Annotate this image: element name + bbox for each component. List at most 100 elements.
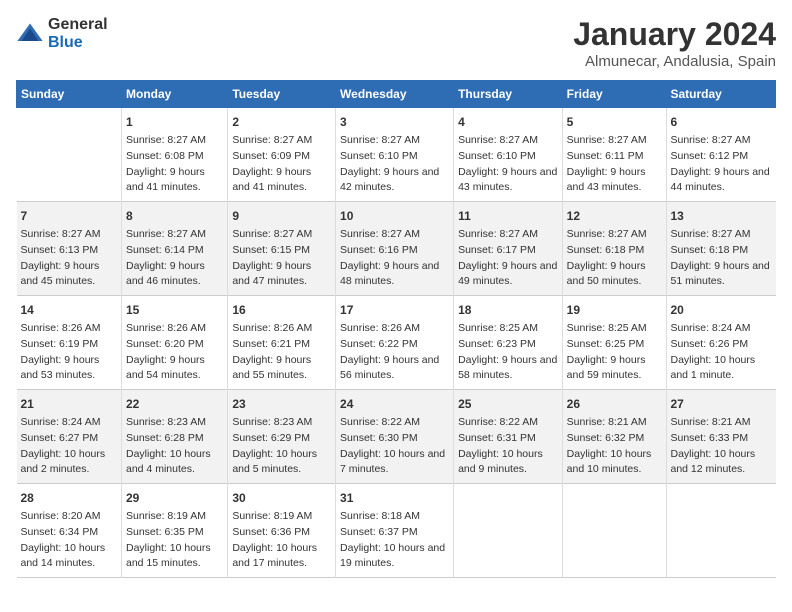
day-info: Sunrise: 8:26 AMSunset: 6:19 PMDaylight:…: [21, 321, 118, 384]
day-info: Sunrise: 8:22 AMSunset: 6:30 PMDaylight:…: [340, 415, 449, 478]
calendar-cell: 7 Sunrise: 8:27 AMSunset: 6:13 PMDaylight…: [17, 202, 122, 296]
calendar-cell: 23 Sunrise: 8:23 AMSunset: 6:29 PMDayligh…: [228, 390, 336, 484]
day-info: Sunrise: 8:27 AMSunset: 6:13 PMDaylight:…: [21, 227, 118, 290]
logo-blue-text: Blue: [48, 34, 108, 52]
calendar-cell: 3Sunrise: 8:27 AMSunset: 6:10 PMDaylight…: [336, 108, 454, 202]
day-number: 5: [567, 113, 662, 131]
day-info: Sunrise: 8:25 AMSunset: 6:25 PMDaylight:…: [567, 321, 662, 384]
week-row-3: 14 Sunrise: 8:26 AMSunset: 6:19 PMDayligh…: [17, 296, 776, 390]
day-info: Sunrise: 8:20 AMSunset: 6:34 PMDaylight:…: [21, 509, 118, 572]
column-header-saturday: Saturday: [666, 81, 776, 108]
day-number: 6: [671, 113, 772, 131]
calendar-cell: 31 Sunrise: 8:18 AMSunset: 6:37 PMDayligh…: [336, 484, 454, 578]
day-info: Sunrise: 8:27 AMSunset: 6:12 PMDaylight:…: [671, 133, 772, 196]
day-info: Sunrise: 8:27 AMSunset: 6:08 PMDaylight:…: [126, 133, 223, 196]
day-number: 4: [458, 113, 558, 131]
day-number: 1: [126, 113, 223, 131]
calendar-cell: 9Sunrise: 8:27 AMSunset: 6:15 PMDaylight…: [228, 202, 336, 296]
day-number: 14: [21, 301, 118, 319]
day-number: 28: [21, 489, 118, 507]
calendar-cell: 17Sunrise: 8:26 AMSunset: 6:22 PMDayligh…: [336, 296, 454, 390]
day-number: 20: [671, 301, 772, 319]
day-info: Sunrise: 8:19 AMSunset: 6:35 PMDaylight:…: [126, 509, 223, 572]
day-number: 15: [126, 301, 223, 319]
calendar-cell: 27 Sunrise: 8:21 AMSunset: 6:33 PMDayligh…: [666, 390, 776, 484]
day-number: 10: [340, 207, 449, 225]
day-number: 25: [458, 395, 558, 413]
column-header-thursday: Thursday: [454, 81, 563, 108]
week-row-1: 1 Sunrise: 8:27 AMSunset: 6:08 PMDaylight…: [17, 108, 776, 202]
day-number: 21: [21, 395, 118, 413]
calendar-cell: 19Sunrise: 8:25 AMSunset: 6:25 PMDayligh…: [562, 296, 666, 390]
day-number: 29: [126, 489, 223, 507]
header-row: SundayMondayTuesdayWednesdayThursdayFrid…: [17, 81, 776, 108]
calendar-cell: 5 Sunrise: 8:27 AMSunset: 6:11 PMDaylight…: [562, 108, 666, 202]
day-number: 30: [232, 489, 331, 507]
day-info: Sunrise: 8:21 AMSunset: 6:33 PMDaylight:…: [671, 415, 772, 478]
calendar-cell: 18Sunrise: 8:25 AMSunset: 6:23 PMDayligh…: [454, 296, 563, 390]
day-info: Sunrise: 8:27 AMSunset: 6:18 PMDaylight:…: [567, 227, 662, 290]
day-info: Sunrise: 8:23 AMSunset: 6:29 PMDaylight:…: [232, 415, 331, 478]
calendar-cell: [666, 484, 776, 578]
day-info: Sunrise: 8:24 AMSunset: 6:26 PMDaylight:…: [671, 321, 772, 384]
day-info: Sunrise: 8:26 AMSunset: 6:21 PMDaylight:…: [232, 321, 331, 384]
column-header-sunday: Sunday: [17, 81, 122, 108]
day-number: 31: [340, 489, 449, 507]
calendar-cell: 16 Sunrise: 8:26 AMSunset: 6:21 PMDayligh…: [228, 296, 336, 390]
day-info: Sunrise: 8:25 AMSunset: 6:23 PMDaylight:…: [458, 321, 558, 384]
calendar-table: SundayMondayTuesdayWednesdayThursdayFrid…: [16, 80, 776, 578]
day-number: 24: [340, 395, 449, 413]
calendar-cell: 30 Sunrise: 8:19 AMSunset: 6:36 PMDayligh…: [228, 484, 336, 578]
day-info: Sunrise: 8:24 AMSunset: 6:27 PMDaylight:…: [21, 415, 118, 478]
day-number: 12: [567, 207, 662, 225]
calendar-cell: 10 Sunrise: 8:27 AMSunset: 6:16 PMDayligh…: [336, 202, 454, 296]
logo: General Blue: [16, 16, 108, 51]
main-title: January 2024: [573, 16, 776, 53]
calendar-cell: 8Sunrise: 8:27 AMSunset: 6:14 PMDaylight…: [122, 202, 228, 296]
page-header: General Blue January 2024 Almunecar, And…: [16, 16, 776, 70]
calendar-cell: 15 Sunrise: 8:26 AMSunset: 6:20 PMDayligh…: [122, 296, 228, 390]
day-number: 22: [126, 395, 223, 413]
day-info: Sunrise: 8:23 AMSunset: 6:28 PMDaylight:…: [126, 415, 223, 478]
week-row-5: 28 Sunrise: 8:20 AMSunset: 6:34 PMDayligh…: [17, 484, 776, 578]
calendar-cell: 1 Sunrise: 8:27 AMSunset: 6:08 PMDaylight…: [122, 108, 228, 202]
calendar-cell: 29 Sunrise: 8:19 AMSunset: 6:35 PMDayligh…: [122, 484, 228, 578]
column-header-tuesday: Tuesday: [228, 81, 336, 108]
calendar-cell: 14 Sunrise: 8:26 AMSunset: 6:19 PMDayligh…: [17, 296, 122, 390]
calendar-cell: 28 Sunrise: 8:20 AMSunset: 6:34 PMDayligh…: [17, 484, 122, 578]
calendar-cell: 11Sunrise: 8:27 AMSunset: 6:17 PMDayligh…: [454, 202, 563, 296]
day-number: 27: [671, 395, 772, 413]
calendar-cell: 21 Sunrise: 8:24 AMSunset: 6:27 PMDayligh…: [17, 390, 122, 484]
day-info: Sunrise: 8:27 AMSunset: 6:16 PMDaylight:…: [340, 227, 449, 290]
calendar-cell: 26Sunrise: 8:21 AMSunset: 6:32 PMDayligh…: [562, 390, 666, 484]
logo-text: General Blue: [48, 16, 108, 51]
day-number: 16: [232, 301, 331, 319]
subtitle: Almunecar, Andalusia, Spain: [573, 53, 776, 70]
day-number: 8: [126, 207, 223, 225]
logo-icon: [16, 20, 44, 48]
calendar-cell: 6 Sunrise: 8:27 AMSunset: 6:12 PMDaylight…: [666, 108, 776, 202]
day-info: Sunrise: 8:27 AMSunset: 6:09 PMDaylight:…: [232, 133, 331, 196]
title-block: January 2024 Almunecar, Andalusia, Spain: [573, 16, 776, 70]
day-number: 7: [21, 207, 118, 225]
day-number: 13: [671, 207, 772, 225]
column-header-friday: Friday: [562, 81, 666, 108]
calendar-cell: [454, 484, 563, 578]
day-number: 11: [458, 207, 558, 225]
day-info: Sunrise: 8:27 AMSunset: 6:10 PMDaylight:…: [340, 133, 449, 196]
calendar-cell: 25 Sunrise: 8:22 AMSunset: 6:31 PMDayligh…: [454, 390, 563, 484]
day-info: Sunrise: 8:27 AMSunset: 6:18 PMDaylight:…: [671, 227, 772, 290]
day-number: 23: [232, 395, 331, 413]
calendar-cell: 13 Sunrise: 8:27 AMSunset: 6:18 PMDayligh…: [666, 202, 776, 296]
column-header-wednesday: Wednesday: [336, 81, 454, 108]
day-info: Sunrise: 8:27 AMSunset: 6:11 PMDaylight:…: [567, 133, 662, 196]
day-info: Sunrise: 8:26 AMSunset: 6:20 PMDaylight:…: [126, 321, 223, 384]
calendar-cell: 12 Sunrise: 8:27 AMSunset: 6:18 PMDayligh…: [562, 202, 666, 296]
day-info: Sunrise: 8:22 AMSunset: 6:31 PMDaylight:…: [458, 415, 558, 478]
day-info: Sunrise: 8:21 AMSunset: 6:32 PMDaylight:…: [567, 415, 662, 478]
calendar-cell: 4Sunrise: 8:27 AMSunset: 6:10 PMDaylight…: [454, 108, 563, 202]
calendar-cell: 2Sunrise: 8:27 AMSunset: 6:09 PMDaylight…: [228, 108, 336, 202]
day-info: Sunrise: 8:18 AMSunset: 6:37 PMDaylight:…: [340, 509, 449, 572]
day-info: Sunrise: 8:19 AMSunset: 6:36 PMDaylight:…: [232, 509, 331, 572]
calendar-cell: 20 Sunrise: 8:24 AMSunset: 6:26 PMDayligh…: [666, 296, 776, 390]
